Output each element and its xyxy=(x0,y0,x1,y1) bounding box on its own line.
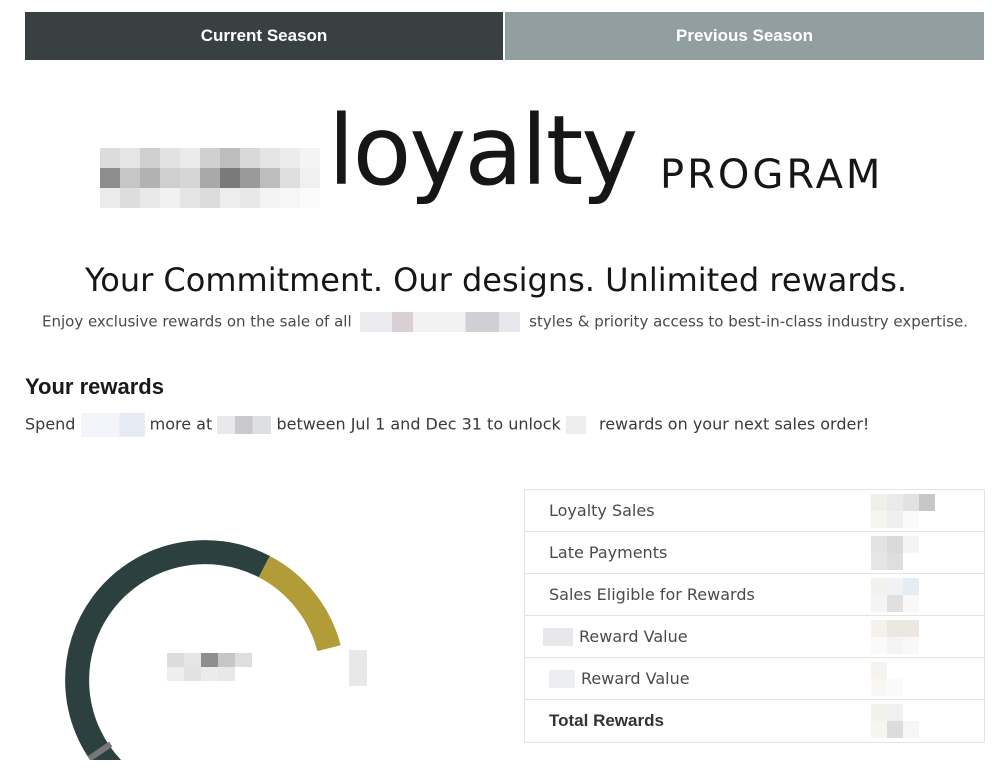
brand-name-redacted xyxy=(100,148,320,208)
tab-current-season[interactable]: Current Season xyxy=(25,12,503,60)
subline-text-end: styles & priority access to best-in-clas… xyxy=(529,312,969,331)
rewards-text-4: rewards on your next sales order! xyxy=(598,414,870,434)
brand-name-redacted xyxy=(360,312,521,332)
table-row-reward-value-1: Reward Value xyxy=(525,616,984,658)
rewards-description: Spend more at between Jul 1 and Dec 31 t… xyxy=(25,413,869,437)
table-row-loyalty-sales: Loyalty Sales xyxy=(525,490,984,532)
row-value-redacted xyxy=(871,578,935,612)
rewards-summary-table: Loyalty Sales Late Payments Sales Eligib… xyxy=(524,489,985,743)
tab-previous-season[interactable]: Previous Season xyxy=(505,12,984,60)
gauge-label-redacted xyxy=(349,650,367,686)
gauge-filled-segment xyxy=(258,555,341,652)
row-label: Sales Eligible for Rewards xyxy=(549,585,755,604)
brand-name-redacted xyxy=(217,416,272,434)
rewards-text-1: Spend xyxy=(25,414,76,434)
rewards-progress-gauge xyxy=(40,510,380,779)
rewards-text-2: more at xyxy=(149,414,213,434)
logo-word-loyalty: loyalty xyxy=(328,95,638,207)
rewards-text-3: between Jul 1 and Dec 31 to unlock xyxy=(276,414,561,434)
table-row-reward-value-2: Reward Value xyxy=(525,658,984,700)
row-label: Reward Value xyxy=(525,627,688,646)
table-row-sales-eligible: Sales Eligible for Rewards xyxy=(525,574,984,616)
reward-percent-redacted xyxy=(565,416,586,434)
your-rewards-heading: Your rewards xyxy=(25,374,164,399)
logo-word-program: PROGRAM xyxy=(660,152,884,198)
hero-subline: Enjoy exclusive rewards on the sale of a… xyxy=(0,312,992,332)
row-value-redacted xyxy=(871,662,935,696)
row-label: Late Payments xyxy=(549,543,668,562)
row-value-redacted xyxy=(871,494,935,528)
spend-amount-redacted xyxy=(80,413,145,437)
table-row-total-rewards: Total Rewards xyxy=(525,700,984,742)
hero-tagline: Your Commitment. Our designs. Unlimited … xyxy=(84,261,908,299)
label-prefix-redacted xyxy=(543,627,573,646)
loyalty-program-logo: loyalty PROGRAM xyxy=(100,95,920,223)
table-row-late-payments: Late Payments xyxy=(525,532,984,574)
gauge-chart xyxy=(65,540,341,779)
row-label: Total Rewards xyxy=(549,711,664,730)
row-value-redacted xyxy=(871,536,935,570)
season-tabs: Current Season Previous Season xyxy=(25,12,984,60)
row-value-redacted xyxy=(871,620,935,654)
label-prefix-redacted xyxy=(549,669,575,688)
row-label: Loyalty Sales xyxy=(549,501,655,520)
row-value-redacted xyxy=(871,704,935,738)
row-label: Reward Value xyxy=(525,669,690,688)
subline-text-start: Enjoy exclusive rewards on the sale of a… xyxy=(41,312,352,331)
gauge-value-redacted xyxy=(167,653,253,681)
